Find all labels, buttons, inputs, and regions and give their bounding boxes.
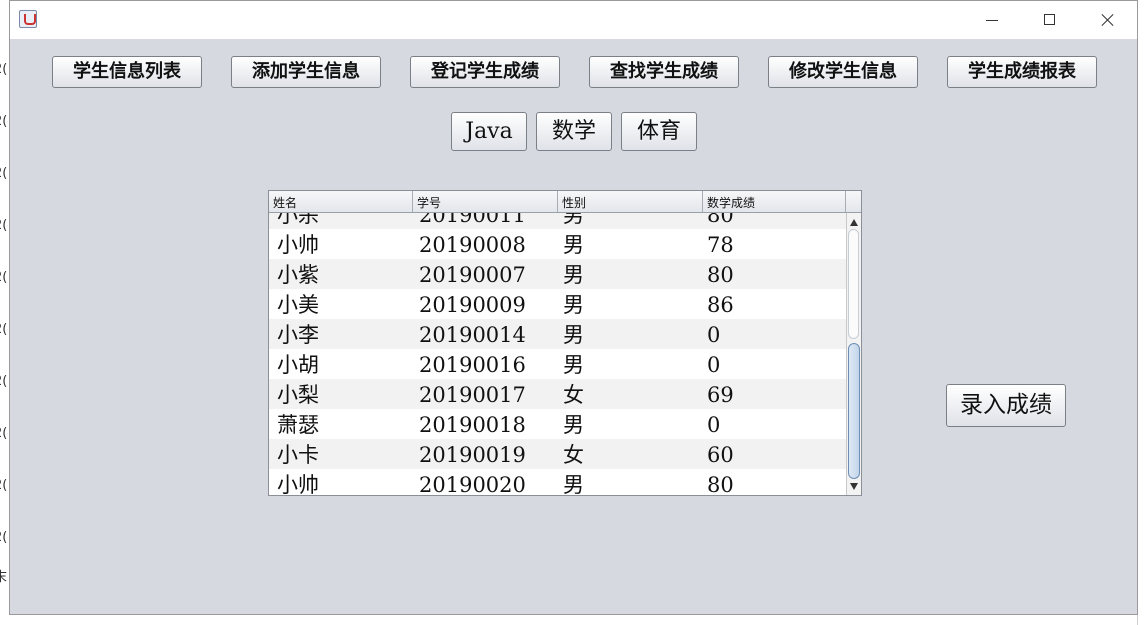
cell-gender: 女: [563, 383, 584, 407]
subject-java-button[interactable]: Java: [451, 112, 527, 151]
cell-name: 小帅: [277, 473, 319, 495]
background-text-fragment: 2(: [0, 426, 8, 441]
background-text-fragment: 2(: [0, 322, 8, 337]
background-text-fragment: 2(: [0, 478, 8, 493]
edit-student-info-button[interactable]: 修改学生信息: [768, 56, 918, 88]
table-row[interactable]: 小紫 20190007 男 80: [269, 259, 846, 289]
cell-name: 小帅: [277, 233, 319, 257]
table-row[interactable]: 小李 20190014 男 0: [269, 319, 846, 349]
background-window-right-edge: [1137, 0, 1147, 625]
subject-math-button[interactable]: 数学: [536, 112, 612, 151]
background-text-fragment: 2(: [0, 62, 8, 77]
cell-math-score: 80: [707, 473, 734, 495]
table-row[interactable]: 小杀 20190011 男 80: [269, 213, 846, 229]
app-window: 学生信息列表 添加学生信息 登记学生成绩 查找学生成绩 修改学生信息 学生成绩报…: [9, 0, 1138, 615]
cell-math-score: 0: [707, 323, 721, 347]
table-row[interactable]: 小卡 20190019 女 60: [269, 439, 846, 469]
vertical-scrollbar[interactable]: [846, 213, 861, 495]
cell-student-id: 20190007: [419, 263, 526, 287]
find-scores-button[interactable]: 查找学生成绩: [589, 56, 739, 88]
background-text-fragment: 2(: [0, 270, 8, 285]
cell-gender: 男: [563, 263, 584, 287]
enter-scores-button[interactable]: 录入成绩: [946, 384, 1066, 427]
table-header: 姓名 学号 性别 数学成绩: [269, 191, 846, 213]
cell-student-id: 20190008: [419, 233, 526, 257]
cell-gender: 男: [563, 233, 584, 257]
cell-name: 小胡: [277, 353, 319, 377]
maximize-icon[interactable]: [1030, 7, 1070, 33]
cell-gender: 男: [563, 213, 584, 227]
background-text-fragment: 2(: [0, 114, 8, 129]
column-header-math-score[interactable]: 数学成绩: [703, 191, 846, 212]
cell-math-score: 80: [707, 263, 734, 287]
column-header-name[interactable]: 姓名: [269, 191, 413, 212]
cell-math-score: 0: [707, 413, 721, 437]
table-row[interactable]: 小美 20190009 男 86: [269, 289, 846, 319]
cell-name: 小紫: [277, 263, 319, 287]
cell-gender: 男: [563, 293, 584, 317]
cell-student-id: 20190020: [419, 473, 526, 495]
cell-math-score: 80: [707, 213, 734, 227]
cell-student-id: 20190018: [419, 413, 526, 437]
cell-gender: 男: [563, 323, 584, 347]
student-info-list-button[interactable]: 学生信息列表: [52, 56, 202, 88]
cell-math-score: 0: [707, 353, 721, 377]
column-header-id[interactable]: 学号: [413, 191, 558, 212]
cell-student-id: 20190019: [419, 443, 526, 467]
scrollbar-thumb[interactable]: [848, 343, 860, 479]
cell-name: 小美: [277, 293, 319, 317]
table-row[interactable]: 小帅 20190008 男 78: [269, 229, 846, 259]
background-text-fragment: 2(: [0, 530, 8, 545]
cell-math-score: 69: [707, 383, 734, 407]
subject-pe-button[interactable]: 体育: [621, 112, 697, 151]
background-text-fragment: 2(: [0, 374, 8, 389]
cell-name: 小梨: [277, 383, 319, 407]
minimize-icon[interactable]: [972, 7, 1012, 33]
cell-student-id: 20190016: [419, 353, 526, 377]
table-header-corner: [846, 191, 861, 213]
cell-gender: 女: [563, 443, 584, 467]
cell-student-id: 20190017: [419, 383, 526, 407]
table-body[interactable]: 小杀 20190011 男 80 小帅 20190008 男 78 小紫 20190007 男 80 小…: [269, 213, 846, 495]
cell-math-score: 60: [707, 443, 734, 467]
table-row[interactable]: 小胡 20190016 男 0: [269, 349, 846, 379]
scrollbar-track-highlight: [848, 229, 859, 339]
cell-name: 萧瑟: [277, 413, 319, 437]
cell-name: 小卡: [277, 443, 319, 467]
scroll-up-arrow-icon[interactable]: [850, 219, 858, 226]
cell-gender: 男: [563, 473, 584, 495]
background-text-fragment: 末: [0, 570, 8, 585]
cell-gender: 男: [563, 413, 584, 437]
column-header-gender[interactable]: 性别: [558, 191, 703, 212]
cell-student-id: 20190014: [419, 323, 526, 347]
background-text-fragment: 2(: [0, 218, 8, 233]
cell-math-score: 86: [707, 293, 734, 317]
table-row[interactable]: 萧瑟 20190018 男 0: [269, 409, 846, 439]
register-scores-button[interactable]: 登记学生成绩: [410, 56, 560, 88]
scroll-down-arrow-icon[interactable]: [850, 483, 858, 490]
cell-student-id: 20190011: [419, 213, 526, 227]
scores-table[interactable]: 姓名 学号 性别 数学成绩 小杀 20190011 男 80 小帅 20190008 男 78…: [268, 190, 862, 496]
cell-name: 小李: [277, 323, 319, 347]
table-row[interactable]: 小梨 20190017 女 69: [269, 379, 846, 409]
title-bar: [10, 1, 1137, 39]
table-rows: 小杀 20190011 男 80 小帅 20190008 男 78 小紫 20190007 男 80 小…: [269, 213, 846, 495]
background-text-fragment: 2(: [0, 166, 8, 181]
add-student-info-button[interactable]: 添加学生信息: [231, 56, 381, 88]
score-report-button[interactable]: 学生成绩报表: [947, 56, 1097, 88]
table-row[interactable]: 小帅 20190020 男 80: [269, 469, 846, 495]
close-icon[interactable]: [1088, 7, 1128, 33]
cell-math-score: 78: [707, 233, 734, 257]
cell-gender: 男: [563, 353, 584, 377]
java-cup-icon: [19, 10, 37, 28]
cell-student-id: 20190009: [419, 293, 526, 317]
cell-name: 小杀: [277, 213, 319, 227]
